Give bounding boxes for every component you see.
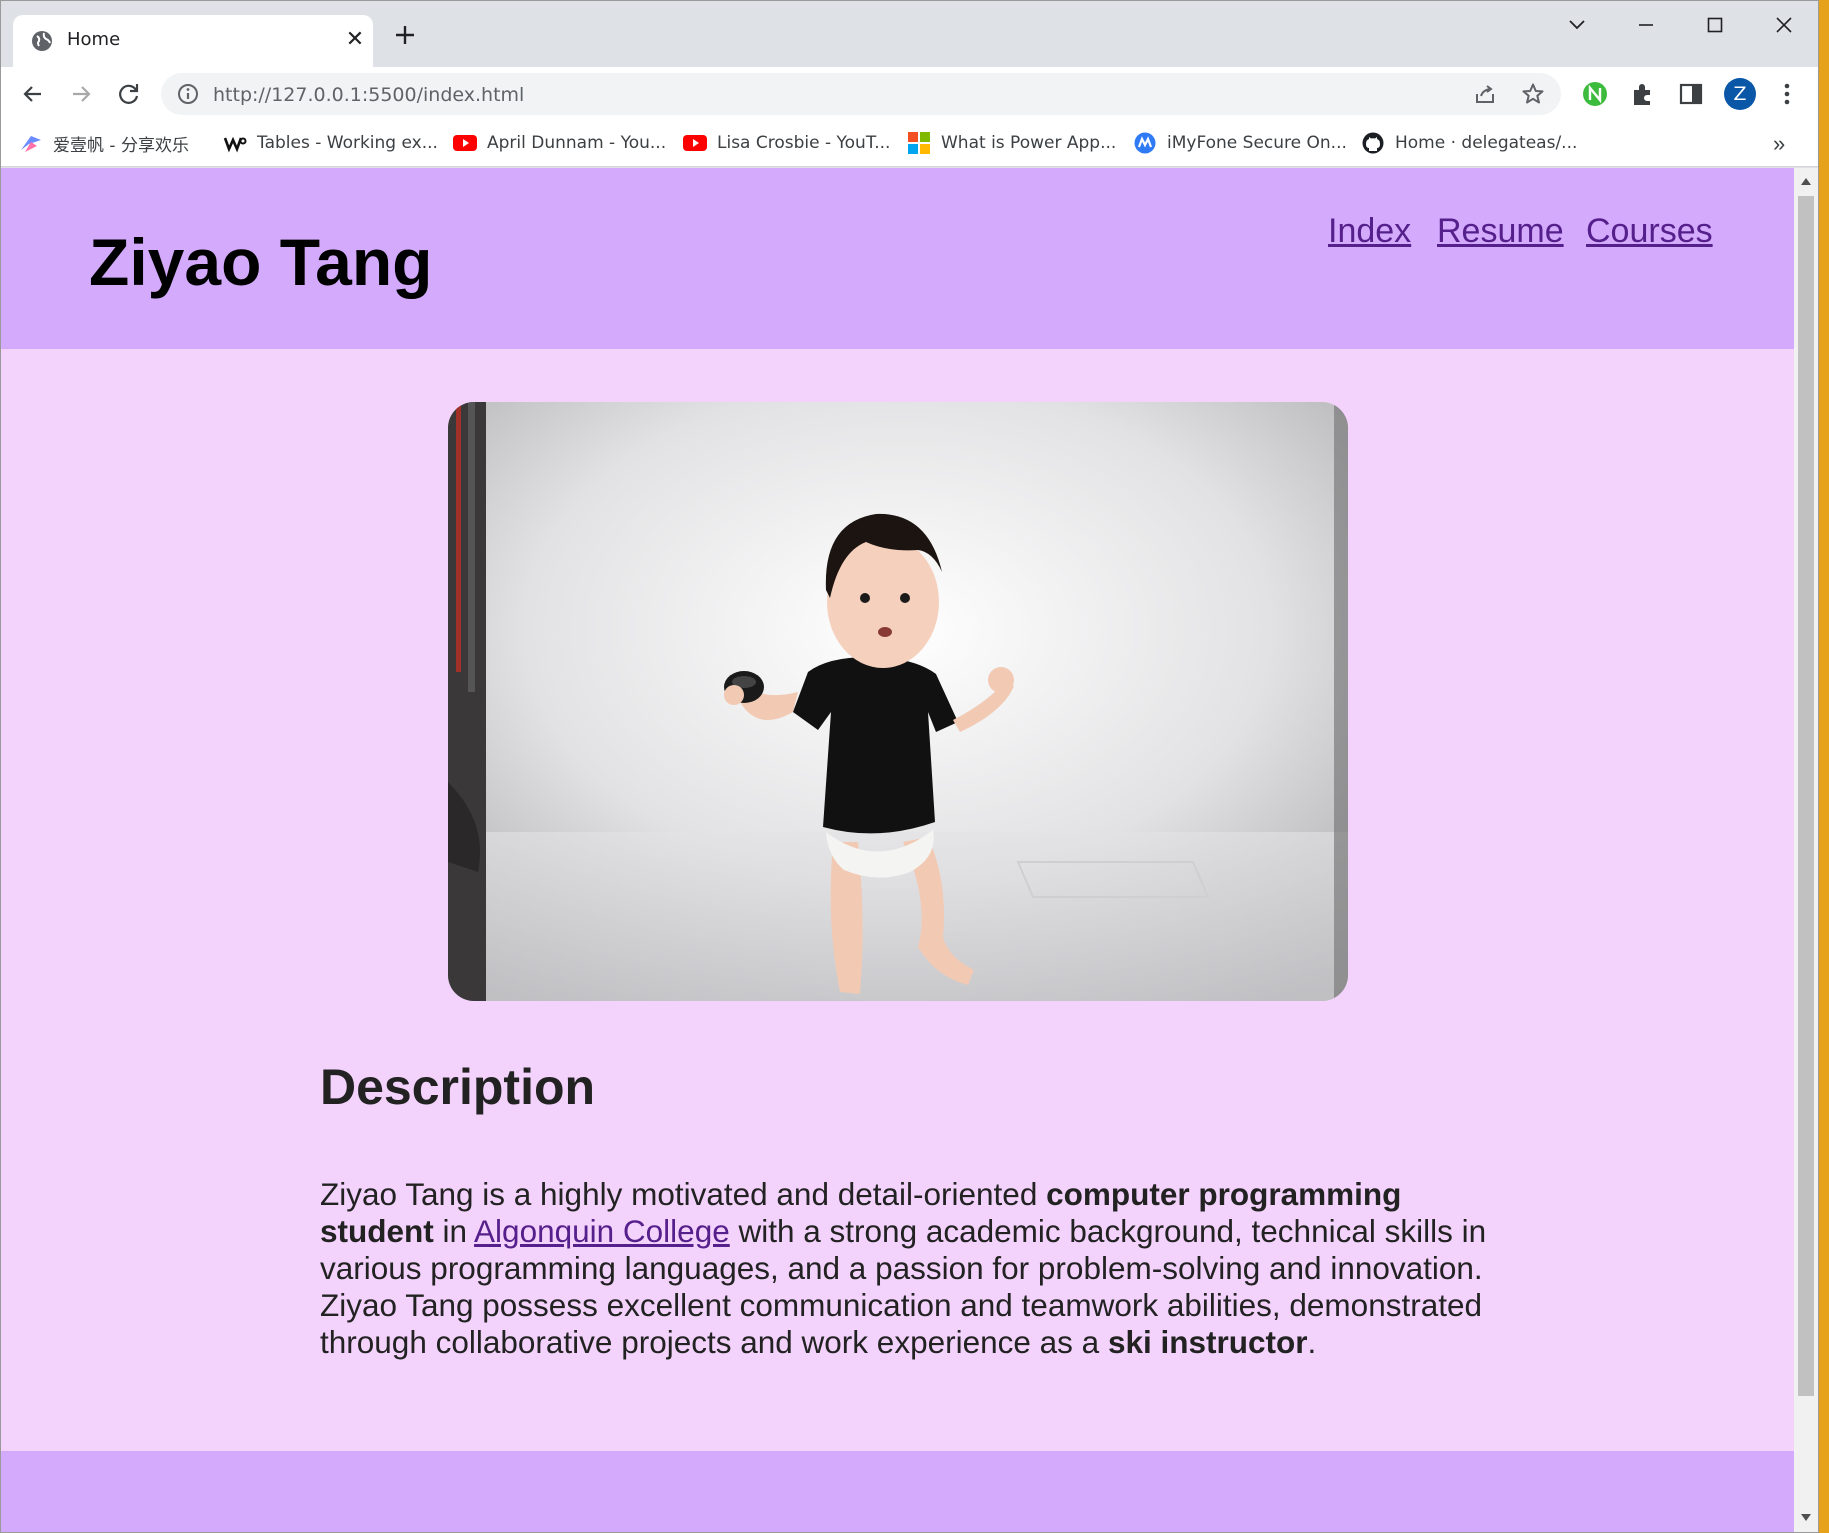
nav-link-courses[interactable]: Courses xyxy=(1586,212,1713,251)
description-bold-text: ski instructor xyxy=(1107,1324,1308,1360)
bookmark-item[interactable]: iMyFone Secure On... xyxy=(1133,129,1347,157)
menu-kebab-icon[interactable] xyxy=(1773,80,1801,108)
maximize-icon[interactable] xyxy=(1695,13,1735,37)
tab-title: Home xyxy=(67,29,121,50)
new-tab-icon[interactable] xyxy=(393,23,417,47)
url-text[interactable]: http://127.0.0.1:5500/index.html xyxy=(213,84,524,106)
description-paragraph: Ziyao Tang is a highly motivated and det… xyxy=(320,1176,1500,1361)
extensions-puzzle-icon[interactable] xyxy=(1629,80,1657,108)
tab-close-icon[interactable]: ✕ xyxy=(343,27,367,51)
bookmark-item[interactable]: Tables - Working ex... xyxy=(223,129,438,157)
description-heading: Description xyxy=(320,1059,596,1115)
description-text: Ziyao Tang is a highly motivated and det… xyxy=(320,1176,1047,1212)
browser-toolbar: http://127.0.0.1:5500/index.html Z xyxy=(1,67,1818,121)
bookmark-item[interactable]: Home · delegateas/... xyxy=(1361,129,1577,157)
globe-icon xyxy=(32,31,52,51)
nav-link-resume[interactable]: Resume xyxy=(1437,212,1564,251)
site-header: Ziyao Tang Index Resume Courses xyxy=(1,168,1794,349)
site-footer xyxy=(1,1451,1794,1532)
description-text: . xyxy=(1307,1324,1317,1360)
bookmark-item[interactable]: April Dunnam - You... xyxy=(453,129,666,157)
scroll-up-icon[interactable] xyxy=(1800,176,1812,186)
close-window-icon[interactable] xyxy=(1764,13,1804,37)
github-icon xyxy=(1362,132,1384,154)
reload-icon[interactable] xyxy=(115,80,143,108)
nav-link-index[interactable]: Index xyxy=(1328,212,1411,251)
microsoft-icon xyxy=(908,132,930,154)
page-viewport: Ziyao Tang Index Resume Courses Descript… xyxy=(1,168,1794,1532)
bookmarks-bar: 爱壹帆 - 分享欢乐 Tables - Working ex... April … xyxy=(1,121,1818,167)
scrollbar-thumb[interactable] xyxy=(1798,196,1814,1396)
description-text: in xyxy=(433,1213,475,1249)
bookmark-item[interactable]: What is Power App... xyxy=(907,129,1116,157)
w3-icon xyxy=(223,136,247,153)
profile-photo xyxy=(448,402,1348,1001)
profile-photo-illustration xyxy=(448,402,1348,1001)
bookmarks-overflow-button[interactable]: » xyxy=(1773,131,1785,157)
aiyifan-icon xyxy=(21,136,41,152)
tab-home[interactable]: Home ✕ xyxy=(13,15,373,67)
tab-strip: Home ✕ xyxy=(1,1,1818,67)
address-bar[interactable]: http://127.0.0.1:5500/index.html xyxy=(161,73,1561,115)
site-name: Ziyao Tang xyxy=(89,225,433,299)
background-window-strip xyxy=(1819,0,1829,1533)
side-panel-icon[interactable] xyxy=(1677,80,1705,108)
bookmark-item[interactable]: Lisa Crosbie - YouT... xyxy=(683,129,890,157)
minimize-icon[interactable] xyxy=(1626,13,1666,37)
page-scrollbar[interactable] xyxy=(1794,168,1818,1532)
bookmark-star-icon[interactable] xyxy=(1521,82,1545,106)
imyfone-icon xyxy=(1134,132,1156,154)
extension-n-icon[interactable] xyxy=(1581,80,1609,108)
youtube-icon xyxy=(683,135,707,151)
youtube-icon xyxy=(453,135,477,151)
scroll-down-icon[interactable] xyxy=(1800,1513,1812,1523)
tab-search-icon[interactable] xyxy=(1557,13,1597,37)
browser-window: Home ✕ http://127.0.0.1:5500/index.html … xyxy=(0,0,1819,1533)
profile-avatar[interactable]: Z xyxy=(1724,78,1756,110)
share-icon[interactable] xyxy=(1473,82,1497,106)
bookmark-item[interactable]: 爱壹帆 - 分享欢乐 xyxy=(19,129,189,157)
forward-icon[interactable] xyxy=(67,80,95,108)
site-info-icon[interactable] xyxy=(177,83,199,105)
back-icon[interactable] xyxy=(19,80,47,108)
algonquin-college-link[interactable]: Algonquin College xyxy=(474,1213,730,1249)
